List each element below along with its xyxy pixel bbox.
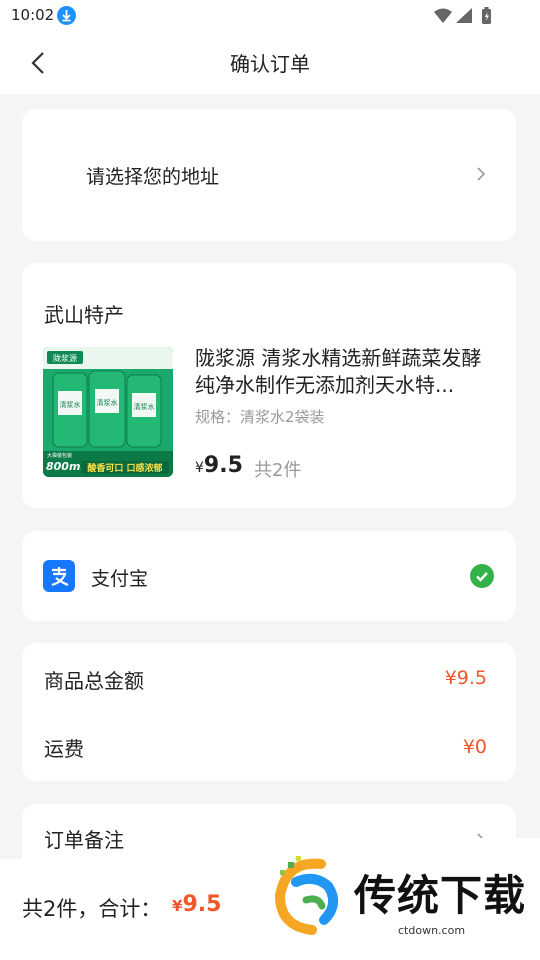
product-spec: 规格：清浆水2袋装 xyxy=(195,408,325,426)
chevron-right-icon xyxy=(477,167,486,181)
address-placeholder: 请选择您的地址 xyxy=(86,166,220,188)
product-title[interactable]: 陇浆源 清浆水精选新鲜蔬菜发酵纯净水制作无添加剂天水特... xyxy=(195,345,495,399)
status-time: 10:02 xyxy=(11,6,55,24)
product-image[interactable]: 陇浆源 清浆水 清浆水 清浆水 大袋装包装 800ml 酸香可口 口感浓郁 xyxy=(43,347,173,477)
check-circle-icon xyxy=(470,564,494,588)
battery-icon xyxy=(482,7,491,24)
signal-icon xyxy=(456,8,472,23)
price-summary: 商品总金额 ¥9.5 运费 ¥0 xyxy=(22,643,516,781)
total-price: ¥9.5 xyxy=(172,892,222,917)
alipay-icon xyxy=(43,560,75,592)
image-volume: 800ml xyxy=(46,460,84,473)
payment-method-label: 支付宝 xyxy=(91,568,149,590)
payment-option-alipay[interactable]: 支付宝 xyxy=(22,531,516,621)
goods-total-label: 商品总金额 xyxy=(44,669,144,693)
shipping-label: 运费 xyxy=(44,737,84,761)
watermark-subtext: ctdown.com xyxy=(398,924,466,937)
bag-label: 清浆水 xyxy=(134,402,155,411)
bag-label: 清浆水 xyxy=(97,398,118,407)
status-icons xyxy=(432,6,508,26)
address-selector[interactable]: 请选择您的地址 xyxy=(22,109,516,241)
image-left-tag: 大袋装包装 xyxy=(47,452,72,459)
total-prefix: 共2件，合计： xyxy=(22,897,162,921)
download-icon xyxy=(57,6,76,25)
shop-name: 武山特产 xyxy=(44,303,124,327)
header: 确认订单 xyxy=(0,32,540,94)
watermark-logo-icon xyxy=(274,856,339,935)
image-badge: 陇浆源 xyxy=(53,353,77,363)
wifi-icon xyxy=(434,8,452,23)
product-price: ¥9.5 xyxy=(195,453,243,478)
product-card: 武山特产 陇浆源 清浆水 清浆水 清浆水 大袋装包装 800ml 酸香可口 口感… xyxy=(22,263,516,508)
bag-label: 清浆水 xyxy=(60,400,81,409)
order-note-label: 订单备注 xyxy=(44,828,124,852)
page-title: 确认订单 xyxy=(230,52,310,76)
watermark: 传统下载 ctdown.com xyxy=(262,838,540,948)
product-quantity: 共2件 xyxy=(254,460,302,481)
image-slogan: 酸香可口 口感浓郁 xyxy=(87,462,162,474)
goods-total-value: ¥9.5 xyxy=(444,667,487,689)
shipping-value: ¥0 xyxy=(462,736,487,758)
status-bar: 10:02 xyxy=(0,0,540,32)
watermark-text: 传统下载 xyxy=(354,871,527,920)
